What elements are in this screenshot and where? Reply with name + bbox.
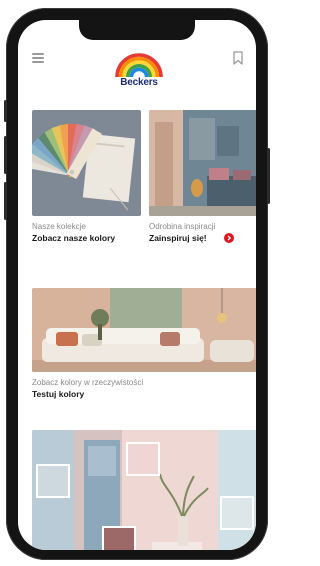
mute-switch — [4, 100, 7, 122]
power-button — [267, 148, 270, 204]
bookmark-icon[interactable] — [232, 51, 244, 65]
living-room-photo — [32, 288, 256, 372]
arrow-badge-icon[interactable] — [224, 233, 234, 243]
color-fan-image — [32, 123, 136, 211]
inspirations-card-image[interactable] — [149, 110, 256, 216]
rainbow-icon — [115, 53, 163, 78]
swatch-light-blue[interactable] — [36, 464, 70, 498]
app-screen: Beckers Nasze kolekcje Zobacz nasze kolo… — [18, 20, 256, 550]
notch — [79, 20, 195, 40]
interior-photo — [149, 110, 256, 216]
swatch-preview-card-image[interactable] — [32, 430, 256, 550]
hamburger-menu-icon[interactable] — [32, 53, 44, 63]
collections-subtitle: Nasze kolekcje — [32, 222, 86, 231]
inspirations-subtitle: Odrobina inspiracji — [149, 222, 216, 231]
collections-card-image[interactable] — [32, 110, 141, 216]
brand-name: Beckers — [120, 77, 158, 88]
swatch-pale-grey[interactable] — [220, 496, 254, 530]
room-view-card-image[interactable] — [32, 288, 256, 372]
room-view-title-link[interactable]: Testuj kolory — [32, 389, 84, 399]
collections-title-link[interactable]: Zobacz nasze kolory — [32, 233, 115, 243]
stage: Beckers Nasze kolekcje Zobacz nasze kolo… — [0, 0, 277, 566]
inspirations-title-link[interactable]: Zainspiruj się! — [149, 233, 207, 243]
swatch-mauve[interactable] — [102, 526, 136, 550]
brand-logo[interactable]: Beckers — [113, 49, 165, 95]
room-view-subtitle: Zobacz kolory w rzeczywistości — [32, 378, 144, 387]
volume-up-button — [4, 136, 7, 174]
volume-down-button — [4, 182, 7, 220]
swatch-light-pink[interactable] — [126, 442, 160, 476]
app-header: Beckers — [18, 40, 256, 110]
